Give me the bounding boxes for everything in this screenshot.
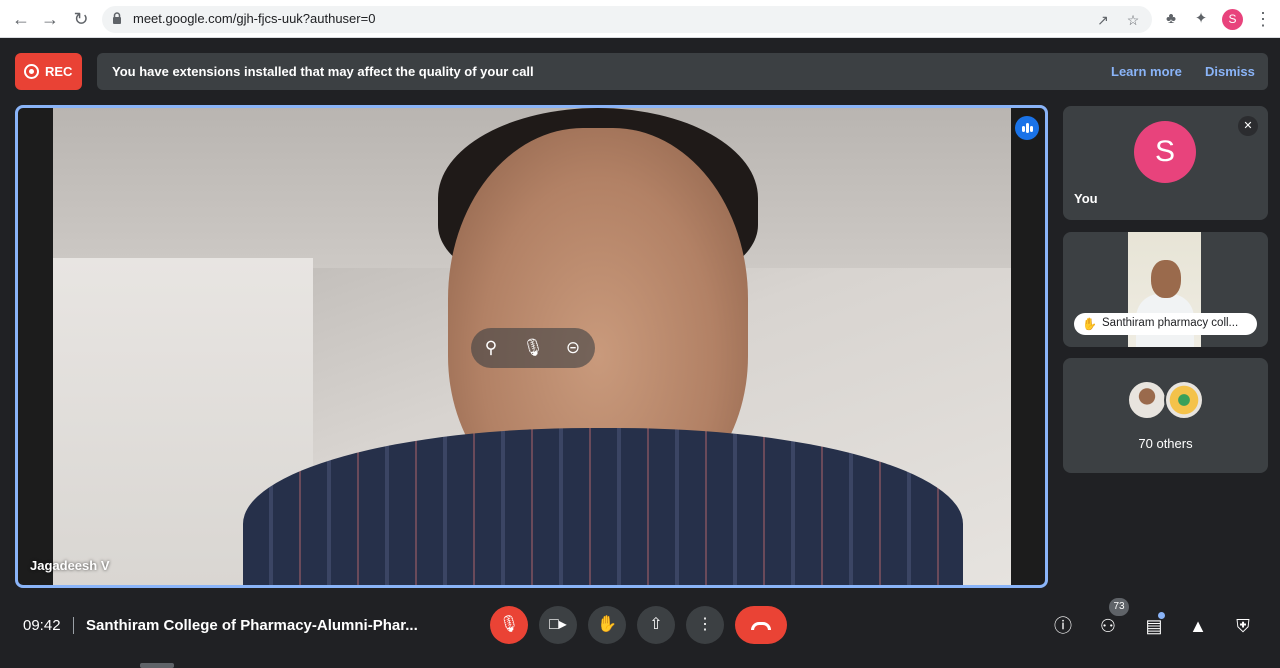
learn-more-link[interactable]: Learn more	[1111, 64, 1182, 79]
record-icon	[24, 64, 39, 79]
participant-count-badge: 73	[1109, 598, 1129, 616]
dismiss-button[interactable]: Dismiss	[1205, 64, 1255, 79]
video-shirt	[243, 428, 963, 585]
raise-hand-icon: ✋	[1082, 317, 1097, 331]
browser-toolbar: ← → ↻ meet.google.com/gjh-fjcs-uuk?authu…	[0, 0, 1280, 38]
camera-icon[interactable]: □▸	[539, 606, 577, 644]
mic-icon[interactable]: 🎙	[522, 337, 544, 359]
raised-hand-pill: ✋ Santhiram pharmacy coll...	[1074, 313, 1257, 335]
others-tile[interactable]: 70 others	[1063, 358, 1268, 473]
raise-hand-icon[interactable]: ✋	[588, 606, 626, 644]
video-face	[1151, 260, 1181, 298]
extension-icon[interactable]: ♣	[1161, 9, 1181, 29]
back-arrow-icon[interactable]: ←	[10, 8, 32, 30]
extension-warning-banner: You have extensions installed that may a…	[97, 53, 1268, 90]
avatar	[1164, 380, 1204, 420]
reload-icon[interactable]: ↻	[70, 8, 92, 30]
end-call-icon	[751, 622, 771, 630]
rec-label: REC	[45, 64, 73, 79]
presenter-name: Santhiram pharmacy coll...	[1102, 317, 1239, 329]
people-icon[interactable]: ⚇	[1095, 613, 1121, 639]
host-controls-icon[interactable]: ⛨	[1230, 613, 1256, 639]
address-bar[interactable]: meet.google.com/gjh-fjcs-uuk?authuser=0 …	[102, 6, 1152, 33]
mic-off-icon: ✕	[1238, 116, 1258, 136]
others-count-label: 70 others	[1138, 436, 1193, 451]
scrollbar[interactable]	[140, 663, 174, 668]
self-tile[interactable]: S ✕ You	[1063, 106, 1268, 220]
avatar: S	[1134, 121, 1196, 183]
speaking-icon	[1015, 116, 1039, 140]
star-icon[interactable]: ☆	[1124, 11, 1142, 29]
pin-icon[interactable]: ⚲	[480, 337, 502, 359]
more-vert-icon[interactable]: ⋮	[1254, 8, 1272, 30]
remove-icon[interactable]: ⊝	[562, 337, 584, 359]
meeting-title: Santhiram College of Pharmacy-Alumni-Pha…	[86, 617, 418, 634]
main-video-tile[interactable]: ⚲ 🎙 ⊝ Jagadeesh V	[15, 105, 1048, 588]
profile-avatar[interactable]: S	[1222, 9, 1243, 30]
meeting-time: 09:42	[23, 617, 61, 634]
banner-message: You have extensions installed that may a…	[112, 64, 534, 79]
end-call-button[interactable]	[735, 606, 787, 644]
forward-arrow-icon[interactable]: →	[39, 8, 61, 30]
puzzle-icon[interactable]: ✦	[1191, 9, 1211, 29]
share-icon[interactable]: ↗	[1094, 11, 1112, 29]
info-icon[interactable]: ⓘ	[1050, 613, 1076, 639]
url-text: meet.google.com/gjh-fjcs-uuk?authuser=0	[133, 11, 376, 26]
lock-icon	[113, 12, 121, 24]
divider	[73, 617, 74, 634]
participant-name: Jagadeesh V	[30, 558, 110, 573]
presenter-tile[interactable]: ✋ Santhiram pharmacy coll...	[1063, 232, 1268, 347]
self-name: You	[1074, 191, 1098, 206]
more-options-icon[interactable]: ⋮	[686, 606, 724, 644]
tile-hover-controls: ⚲ 🎙 ⊝	[471, 328, 595, 368]
present-icon[interactable]: ⇧	[637, 606, 675, 644]
activities-icon[interactable]: ▲	[1185, 613, 1211, 639]
chat-notification-dot	[1158, 612, 1165, 619]
recording-badge: REC	[15, 53, 82, 90]
mic-off-icon[interactable]: 🎙	[490, 606, 528, 644]
avatar	[1127, 380, 1167, 420]
